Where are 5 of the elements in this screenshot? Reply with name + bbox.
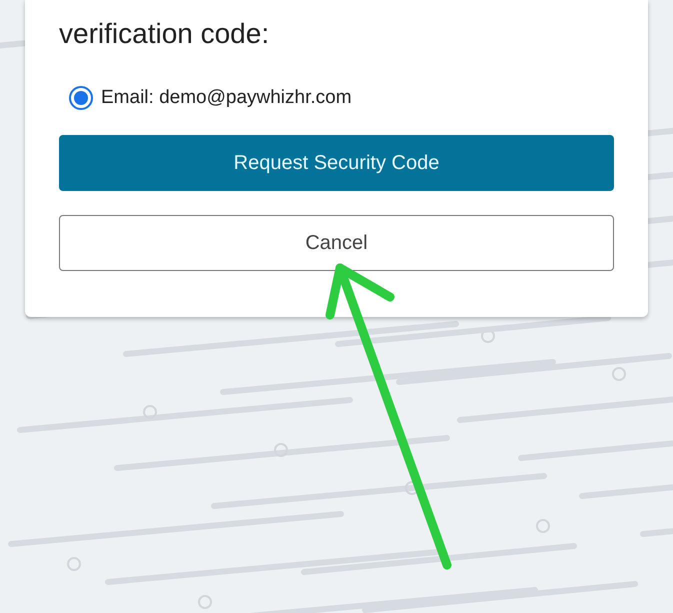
dialog-title: verification code: (59, 17, 270, 51)
radio-label: Email: demo@paywhizhr.com (101, 86, 352, 110)
request-code-button[interactable]: Request Security Code (59, 134, 614, 190)
radio-button[interactable] (69, 86, 93, 110)
cancel-button[interactable]: Cancel (59, 214, 614, 270)
